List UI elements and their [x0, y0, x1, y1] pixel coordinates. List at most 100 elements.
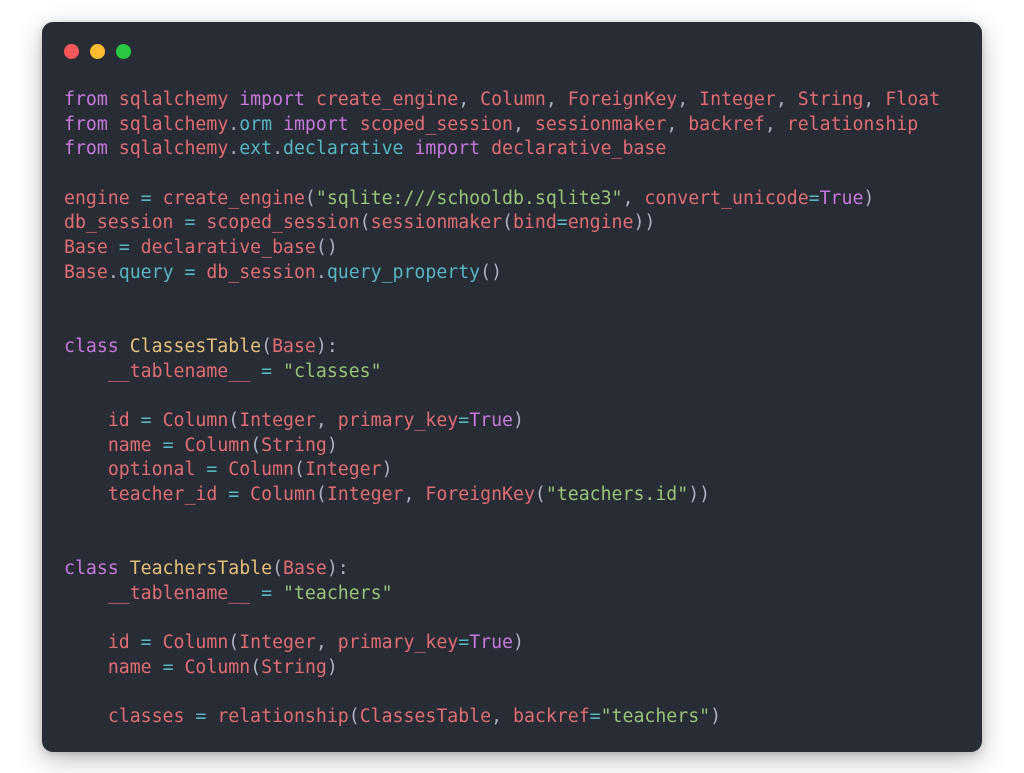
code-token: =	[140, 632, 152, 654]
code-line: id = Column(Integer, primary_key=True)	[64, 631, 972, 656]
code-token: True	[469, 409, 514, 431]
code-token: import	[414, 138, 481, 160]
code-token: .	[272, 138, 284, 160]
code-token: ):	[315, 335, 338, 357]
close-button-dot[interactable]	[64, 44, 79, 59]
code-token: primary_key	[337, 409, 459, 431]
code-token: "sqlite:///schooldb.sqlite3"	[315, 187, 623, 209]
code-token: .	[228, 138, 240, 160]
code-token: =	[184, 261, 196, 283]
window-titlebar	[42, 22, 982, 80]
code-line: __tablename__ = "teachers"	[64, 582, 972, 607]
code-token: )	[513, 409, 524, 431]
code-token: Column	[480, 89, 546, 110]
code-token: TeachersTable	[129, 558, 273, 580]
code-token: )	[513, 632, 524, 654]
code-token: =	[195, 706, 207, 728]
code-token: convert_unicode	[644, 187, 809, 209]
code-token: engine	[567, 212, 634, 234]
code-token: "teachers"	[283, 582, 393, 604]
code-editor-content[interactable]: from sqlalchemy import create_engine, Co…	[64, 88, 972, 744]
code-token: (	[293, 459, 305, 481]
code-token: Integer	[699, 89, 776, 110]
code-token: name	[107, 656, 152, 678]
code-token: (	[348, 706, 360, 728]
code-snippet-window: from sqlalchemy import create_engine, Co…	[42, 22, 982, 752]
code-token: =	[458, 632, 470, 654]
code-token: id	[107, 409, 130, 431]
code-token: True	[469, 632, 514, 654]
code-token: String	[261, 434, 327, 456]
code-token: from	[64, 89, 108, 110]
code-token: ClassesTable	[359, 706, 492, 728]
code-line: engine = create_engine("sqlite:///school…	[64, 187, 972, 212]
code-token: =	[162, 656, 174, 678]
code-token: ,	[764, 113, 787, 135]
code-line: classes = relationship(ClassesTable, bac…	[64, 705, 972, 730]
code-token: ,	[677, 89, 700, 110]
code-token: ,	[622, 187, 645, 209]
code-line: class TeachersTable(Base):	[64, 557, 972, 582]
code-token: __tablename__	[107, 582, 251, 604]
code-token: declarative_base	[140, 237, 316, 259]
code-token: sqlalchemy	[118, 113, 229, 135]
code-token: =	[261, 582, 273, 604]
code-token: =	[556, 212, 568, 234]
code-token: relationship	[786, 113, 919, 135]
code-token: =	[118, 237, 130, 259]
code-token: from	[64, 113, 108, 135]
code-token: ()	[480, 261, 503, 283]
minimize-button-dot[interactable]	[90, 44, 105, 59]
code-token: ,	[491, 706, 513, 728]
code-token: "teachers"	[600, 706, 711, 728]
code-token: db_session	[206, 261, 316, 283]
code-token: Base	[272, 335, 316, 357]
code-token: =	[589, 706, 601, 728]
code-token: class	[64, 558, 119, 580]
code-token: query	[118, 261, 174, 283]
traffic-lights	[64, 44, 131, 59]
code-token: ,	[775, 89, 798, 110]
code-token: (	[228, 632, 240, 654]
code-token: query_property	[326, 261, 481, 283]
code-line: from sqlalchemy.ext.declarative import d…	[64, 137, 972, 162]
code-token: import	[239, 89, 305, 110]
maximize-button-dot[interactable]	[116, 44, 131, 59]
code-token: Integer	[239, 632, 316, 654]
code-token: engine	[64, 187, 130, 209]
code-token: =	[162, 434, 174, 456]
code-token: .	[107, 261, 119, 283]
code-line: teacher_id = Column(Integer, ForeignKey(…	[64, 483, 972, 508]
code-token: import	[283, 113, 349, 135]
